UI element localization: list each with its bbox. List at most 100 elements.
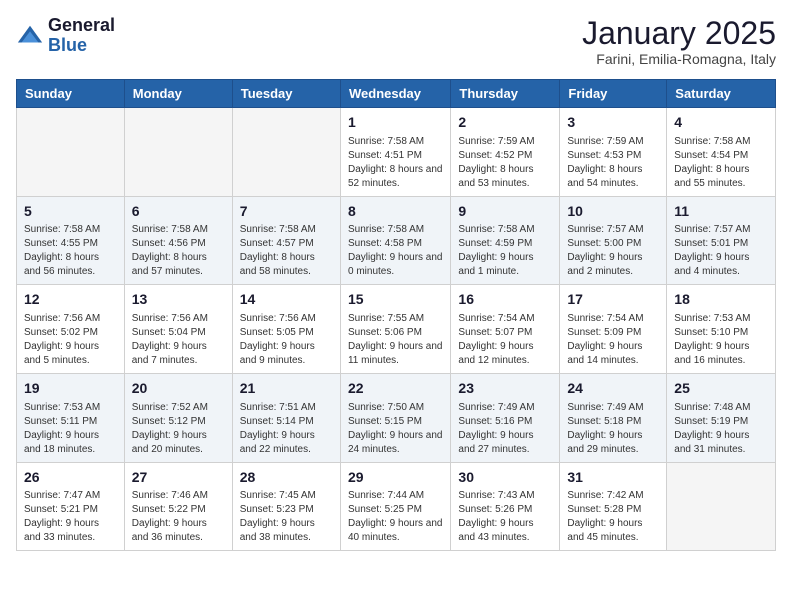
day-info: Sunrise: 7:58 AM Sunset: 4:55 PM Dayligh…: [24, 223, 117, 279]
calendar-cell: 21Sunrise: 7:51 AM Sunset: 5:14 PM Dayli…: [232, 373, 340, 462]
day-number: 29: [348, 468, 443, 488]
calendar-cell: 31Sunrise: 7:42 AM Sunset: 5:28 PM Dayli…: [560, 462, 667, 551]
day-info: Sunrise: 7:52 AM Sunset: 5:12 PM Dayligh…: [132, 401, 225, 457]
day-info: Sunrise: 7:58 AM Sunset: 4:51 PM Dayligh…: [348, 135, 443, 191]
calendar-cell: [17, 108, 125, 197]
weekday-header-tuesday: Tuesday: [232, 80, 340, 108]
weekday-header-row: SundayMondayTuesdayWednesdayThursdayFrid…: [17, 80, 776, 108]
day-info: Sunrise: 7:56 AM Sunset: 5:04 PM Dayligh…: [132, 312, 225, 368]
day-number: 24: [567, 379, 659, 399]
weekday-header-monday: Monday: [124, 80, 232, 108]
day-info: Sunrise: 7:56 AM Sunset: 5:02 PM Dayligh…: [24, 312, 117, 368]
day-number: 25: [674, 379, 768, 399]
calendar-cell: 5Sunrise: 7:58 AM Sunset: 4:55 PM Daylig…: [17, 196, 125, 285]
calendar-cell: 23Sunrise: 7:49 AM Sunset: 5:16 PM Dayli…: [451, 373, 560, 462]
day-info: Sunrise: 7:42 AM Sunset: 5:28 PM Dayligh…: [567, 489, 659, 545]
logo: General Blue: [16, 16, 115, 56]
day-number: 23: [458, 379, 552, 399]
calendar-cell: [124, 108, 232, 197]
day-number: 13: [132, 290, 225, 310]
calendar-cell: 30Sunrise: 7:43 AM Sunset: 5:26 PM Dayli…: [451, 462, 560, 551]
weekday-header-wednesday: Wednesday: [340, 80, 450, 108]
day-number: 8: [348, 202, 443, 222]
weekday-header-friday: Friday: [560, 80, 667, 108]
day-info: Sunrise: 7:58 AM Sunset: 4:56 PM Dayligh…: [132, 223, 225, 279]
day-number: 3: [567, 113, 659, 133]
calendar-cell: 25Sunrise: 7:48 AM Sunset: 5:19 PM Dayli…: [667, 373, 776, 462]
calendar-cell: 19Sunrise: 7:53 AM Sunset: 5:11 PM Dayli…: [17, 373, 125, 462]
calendar-cell: [667, 462, 776, 551]
day-number: 5: [24, 202, 117, 222]
page-header: General Blue January 2025 Farini, Emilia…: [16, 16, 776, 67]
day-number: 6: [132, 202, 225, 222]
day-number: 4: [674, 113, 768, 133]
day-info: Sunrise: 7:54 AM Sunset: 5:07 PM Dayligh…: [458, 312, 552, 368]
day-info: Sunrise: 7:58 AM Sunset: 4:59 PM Dayligh…: [458, 223, 552, 279]
day-info: Sunrise: 7:51 AM Sunset: 5:14 PM Dayligh…: [240, 401, 333, 457]
calendar-week-row: 26Sunrise: 7:47 AM Sunset: 5:21 PM Dayli…: [17, 462, 776, 551]
day-number: 18: [674, 290, 768, 310]
day-info: Sunrise: 7:53 AM Sunset: 5:11 PM Dayligh…: [24, 401, 117, 457]
calendar-cell: 9Sunrise: 7:58 AM Sunset: 4:59 PM Daylig…: [451, 196, 560, 285]
logo-text: General Blue: [48, 16, 115, 56]
day-info: Sunrise: 7:47 AM Sunset: 5:21 PM Dayligh…: [24, 489, 117, 545]
calendar-cell: 8Sunrise: 7:58 AM Sunset: 4:58 PM Daylig…: [340, 196, 450, 285]
calendar-cell: 26Sunrise: 7:47 AM Sunset: 5:21 PM Dayli…: [17, 462, 125, 551]
logo-general: General: [48, 16, 115, 36]
day-number: 28: [240, 468, 333, 488]
day-number: 10: [567, 202, 659, 222]
day-info: Sunrise: 7:53 AM Sunset: 5:10 PM Dayligh…: [674, 312, 768, 368]
calendar-cell: 12Sunrise: 7:56 AM Sunset: 5:02 PM Dayli…: [17, 285, 125, 374]
day-number: 15: [348, 290, 443, 310]
logo-blue: Blue: [48, 36, 115, 56]
calendar-week-row: 1Sunrise: 7:58 AM Sunset: 4:51 PM Daylig…: [17, 108, 776, 197]
calendar-cell: 10Sunrise: 7:57 AM Sunset: 5:00 PM Dayli…: [560, 196, 667, 285]
calendar-week-row: 12Sunrise: 7:56 AM Sunset: 5:02 PM Dayli…: [17, 285, 776, 374]
day-number: 21: [240, 379, 333, 399]
calendar-cell: 22Sunrise: 7:50 AM Sunset: 5:15 PM Dayli…: [340, 373, 450, 462]
weekday-header-saturday: Saturday: [667, 80, 776, 108]
day-number: 20: [132, 379, 225, 399]
logo-icon: [16, 22, 44, 50]
calendar-cell: 28Sunrise: 7:45 AM Sunset: 5:23 PM Dayli…: [232, 462, 340, 551]
title-block: January 2025 Farini, Emilia-Romagna, Ita…: [582, 16, 776, 67]
calendar-header: SundayMondayTuesdayWednesdayThursdayFrid…: [17, 80, 776, 108]
day-number: 19: [24, 379, 117, 399]
calendar-cell: 20Sunrise: 7:52 AM Sunset: 5:12 PM Dayli…: [124, 373, 232, 462]
day-info: Sunrise: 7:45 AM Sunset: 5:23 PM Dayligh…: [240, 489, 333, 545]
calendar-cell: 15Sunrise: 7:55 AM Sunset: 5:06 PM Dayli…: [340, 285, 450, 374]
day-info: Sunrise: 7:59 AM Sunset: 4:53 PM Dayligh…: [567, 135, 659, 191]
calendar-cell: 3Sunrise: 7:59 AM Sunset: 4:53 PM Daylig…: [560, 108, 667, 197]
calendar-week-row: 19Sunrise: 7:53 AM Sunset: 5:11 PM Dayli…: [17, 373, 776, 462]
calendar-cell: 14Sunrise: 7:56 AM Sunset: 5:05 PM Dayli…: [232, 285, 340, 374]
day-info: Sunrise: 7:58 AM Sunset: 4:58 PM Dayligh…: [348, 223, 443, 279]
day-info: Sunrise: 7:48 AM Sunset: 5:19 PM Dayligh…: [674, 401, 768, 457]
calendar-table: SundayMondayTuesdayWednesdayThursdayFrid…: [16, 79, 776, 551]
calendar-cell: 18Sunrise: 7:53 AM Sunset: 5:10 PM Dayli…: [667, 285, 776, 374]
calendar-cell: [232, 108, 340, 197]
day-info: Sunrise: 7:58 AM Sunset: 4:57 PM Dayligh…: [240, 223, 333, 279]
day-number: 1: [348, 113, 443, 133]
day-info: Sunrise: 7:57 AM Sunset: 5:00 PM Dayligh…: [567, 223, 659, 279]
calendar-cell: 27Sunrise: 7:46 AM Sunset: 5:22 PM Dayli…: [124, 462, 232, 551]
calendar-cell: 13Sunrise: 7:56 AM Sunset: 5:04 PM Dayli…: [124, 285, 232, 374]
day-number: 22: [348, 379, 443, 399]
day-info: Sunrise: 7:49 AM Sunset: 5:18 PM Dayligh…: [567, 401, 659, 457]
day-number: 9: [458, 202, 552, 222]
calendar-cell: 29Sunrise: 7:44 AM Sunset: 5:25 PM Dayli…: [340, 462, 450, 551]
day-info: Sunrise: 7:46 AM Sunset: 5:22 PM Dayligh…: [132, 489, 225, 545]
day-info: Sunrise: 7:59 AM Sunset: 4:52 PM Dayligh…: [458, 135, 552, 191]
day-number: 31: [567, 468, 659, 488]
day-number: 2: [458, 113, 552, 133]
day-number: 26: [24, 468, 117, 488]
calendar-cell: 17Sunrise: 7:54 AM Sunset: 5:09 PM Dayli…: [560, 285, 667, 374]
calendar-cell: 4Sunrise: 7:58 AM Sunset: 4:54 PM Daylig…: [667, 108, 776, 197]
weekday-header-thursday: Thursday: [451, 80, 560, 108]
day-info: Sunrise: 7:50 AM Sunset: 5:15 PM Dayligh…: [348, 401, 443, 457]
day-info: Sunrise: 7:44 AM Sunset: 5:25 PM Dayligh…: [348, 489, 443, 545]
day-number: 16: [458, 290, 552, 310]
day-number: 17: [567, 290, 659, 310]
day-number: 14: [240, 290, 333, 310]
calendar-cell: 1Sunrise: 7:58 AM Sunset: 4:51 PM Daylig…: [340, 108, 450, 197]
day-number: 12: [24, 290, 117, 310]
